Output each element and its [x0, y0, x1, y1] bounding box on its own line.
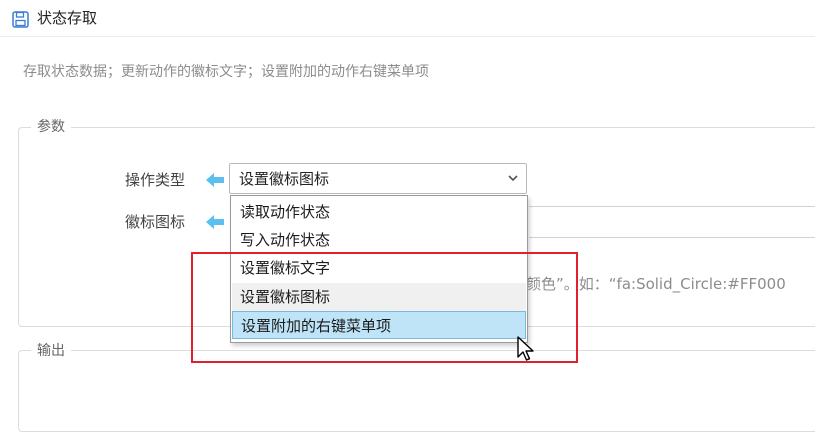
badge-icon-label: 徽标图标 [125, 213, 186, 231]
params-legend: 参数 [31, 118, 71, 136]
page-description: 存取状态数据；更新动作的徽标文字；设置附加的动作右键菜单项 [23, 64, 429, 80]
header-divider [0, 36, 815, 37]
dropdown-option-read-state[interactable]: 读取动作状态 [232, 198, 526, 226]
page-title: 状态存取 [37, 9, 98, 27]
operation-type-select[interactable]: 设置徽标图标 [229, 163, 527, 194]
mouse-cursor-icon [517, 336, 534, 361]
output-legend: 输出 [31, 342, 71, 360]
save-icon [12, 11, 29, 28]
arrow-left-icon [206, 173, 224, 187]
operation-type-value: 设置徽标图标 [239, 170, 330, 188]
arrow-left-icon [206, 215, 224, 229]
chevron-down-icon [508, 175, 518, 182]
dropdown-option-write-state[interactable]: 写入动作状态 [232, 226, 526, 254]
badge-icon-input[interactable] [529, 206, 815, 238]
operation-type-label: 操作类型 [125, 171, 186, 189]
